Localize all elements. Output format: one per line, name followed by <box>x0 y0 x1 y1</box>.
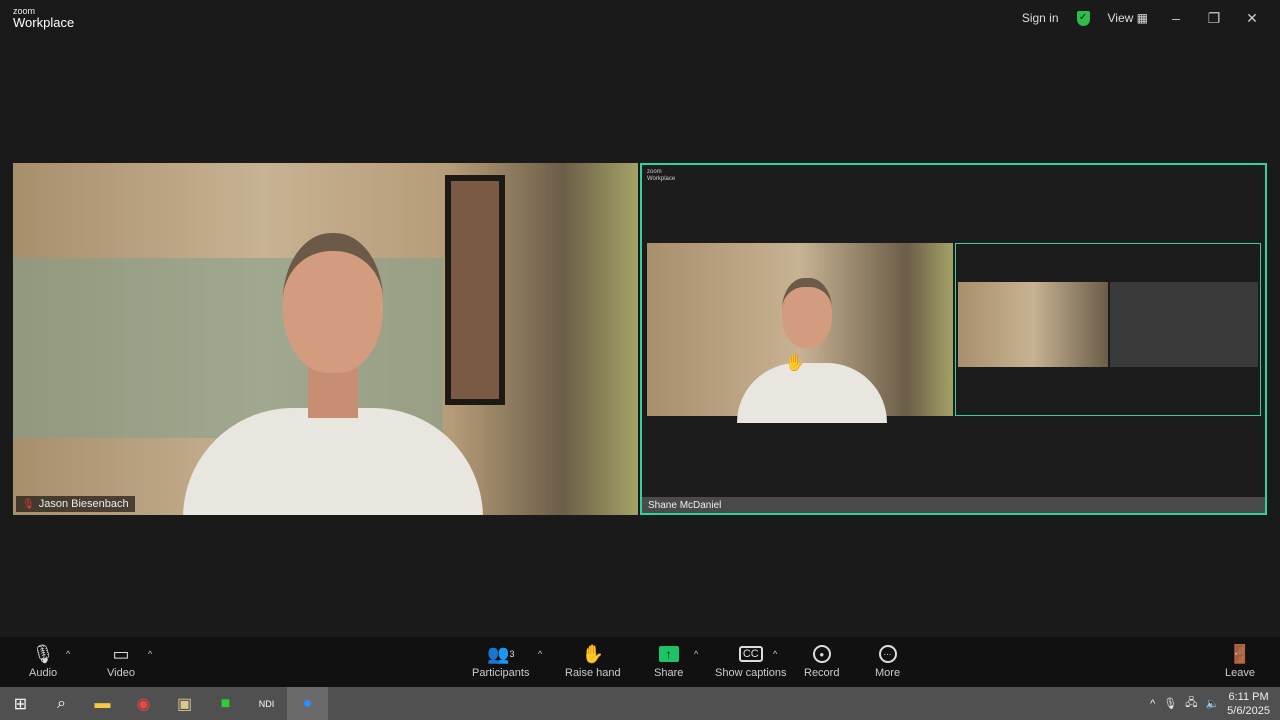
app-icon[interactable]: ▣ <box>164 687 205 720</box>
grid-icon: ▦ <box>1136 11 1148 25</box>
participants-chevron-icon[interactable]: ^ <box>538 649 542 659</box>
video-tile-shane[interactable]: zoom Workplace ✋ Shane McDaniel <box>640 163 1267 515</box>
zoom-taskbar-icon[interactable]: ● <box>287 687 328 720</box>
record-button[interactable]: ● Record <box>804 641 839 679</box>
participant-name: Shane McDaniel <box>648 499 722 511</box>
meeting-toolbar: 🎙 Audio ^ ▭ Video ^ 👥 3 Participants ^ ✋ Rais… <box>0 637 1280 687</box>
leave-icon: 🚪 <box>1228 643 1252 664</box>
windows-start-icon[interactable]: ⊞ <box>0 687 41 720</box>
nested-taskbar: Shane McDaniel <box>642 497 1265 513</box>
nested-zoom-logo: zoom Workplace <box>647 169 676 182</box>
logo-text: Workplace <box>13 15 75 30</box>
audio-options-chevron-icon[interactable]: ^ <box>66 649 70 659</box>
video-camera-icon: ▭ <box>112 643 130 664</box>
name-label: 🎙 Jason Biesenbach <box>16 496 135 512</box>
nested-toolbar <box>642 467 1265 497</box>
view-button[interactable]: View ▦ <box>1108 11 1148 25</box>
title-bar: zoom Workplace Sign in ✓ View ▦ – ❐ ✕ <box>0 0 1280 40</box>
sign-in-link[interactable]: Sign in <box>1022 11 1059 25</box>
more-button[interactable]: ⋯ More <box>875 641 900 679</box>
network-icon[interactable]: 🖧 <box>1185 694 1197 713</box>
record-icon: ● <box>812 645 831 663</box>
volume-icon[interactable]: 🔈 <box>1205 697 1219 710</box>
ndi-icon[interactable]: NDI <box>246 687 287 720</box>
video-options-chevron-icon[interactable]: ^ <box>148 649 152 659</box>
audio-button[interactable]: 🎙 Audio <box>29 641 57 680</box>
video-frame-art <box>445 175 505 405</box>
chrome-icon[interactable]: ◉ <box>123 687 164 720</box>
close-icon[interactable]: ✕ <box>1242 10 1262 27</box>
clock[interactable]: 6:11 PM 5/6/2025 <box>1227 690 1270 718</box>
restore-icon[interactable]: ❐ <box>1204 10 1224 27</box>
hand-icon: ✋ <box>581 643 605 664</box>
share-button[interactable]: ↑ Share <box>654 641 683 679</box>
nested-screen-share <box>955 243 1261 416</box>
microphone-icon: 🎙 <box>31 643 55 664</box>
participant-name: Jason Biesenbach <box>38 498 129 510</box>
leave-button[interactable]: 🚪 Leave <box>1225 641 1255 680</box>
system-tray: ^ 🎙 🖧 🔈 6:11 PM 5/6/2025 <box>1150 687 1270 720</box>
captions-chevron-icon[interactable]: ^ <box>773 649 777 659</box>
share-chevron-icon[interactable]: ^ <box>694 649 698 659</box>
cc-icon: CC <box>738 646 763 662</box>
file-explorer-icon[interactable]: ▬ <box>82 687 123 720</box>
view-label: View <box>1107 11 1134 25</box>
shield-check-icon[interactable]: ✓ <box>1076 10 1090 26</box>
more-icon: ⋯ <box>878 645 897 663</box>
color-app-icon[interactable]: ■ <box>205 687 246 720</box>
search-icon[interactable]: ⌕ <box>41 687 82 720</box>
microphone-tray-icon[interactable]: 🎙 <box>1163 697 1177 710</box>
nested-video-jason <box>647 243 953 423</box>
video-button[interactable]: ▭ Video <box>107 641 135 680</box>
captions-button[interactable]: CC Show captions <box>715 641 787 679</box>
video-person <box>183 233 483 515</box>
tray-chevron-icon[interactable]: ^ <box>1150 698 1155 710</box>
share-arrow-icon: ↑ <box>658 646 679 662</box>
minimize-icon[interactable]: – <box>1166 10 1186 26</box>
raise-hand-button[interactable]: ✋ Raise hand <box>565 641 621 680</box>
participants-button[interactable]: 👥 3 Participants <box>472 641 529 680</box>
zoom-logo: zoom Workplace <box>13 7 75 30</box>
participants-icon: 👥 3 <box>487 643 515 664</box>
hand-cursor-icon: ✋ <box>785 355 805 372</box>
mic-muted-icon: 🎙 <box>22 498 35 510</box>
video-tile-jason[interactable]: 🎙 Jason Biesenbach <box>13 163 638 515</box>
windows-taskbar: ⊞ ⌕ ▬ ◉ ▣ ■ NDI ● ^ 🎙 🖧 🔈 6:11 PM 5/6/202… <box>0 687 1280 720</box>
